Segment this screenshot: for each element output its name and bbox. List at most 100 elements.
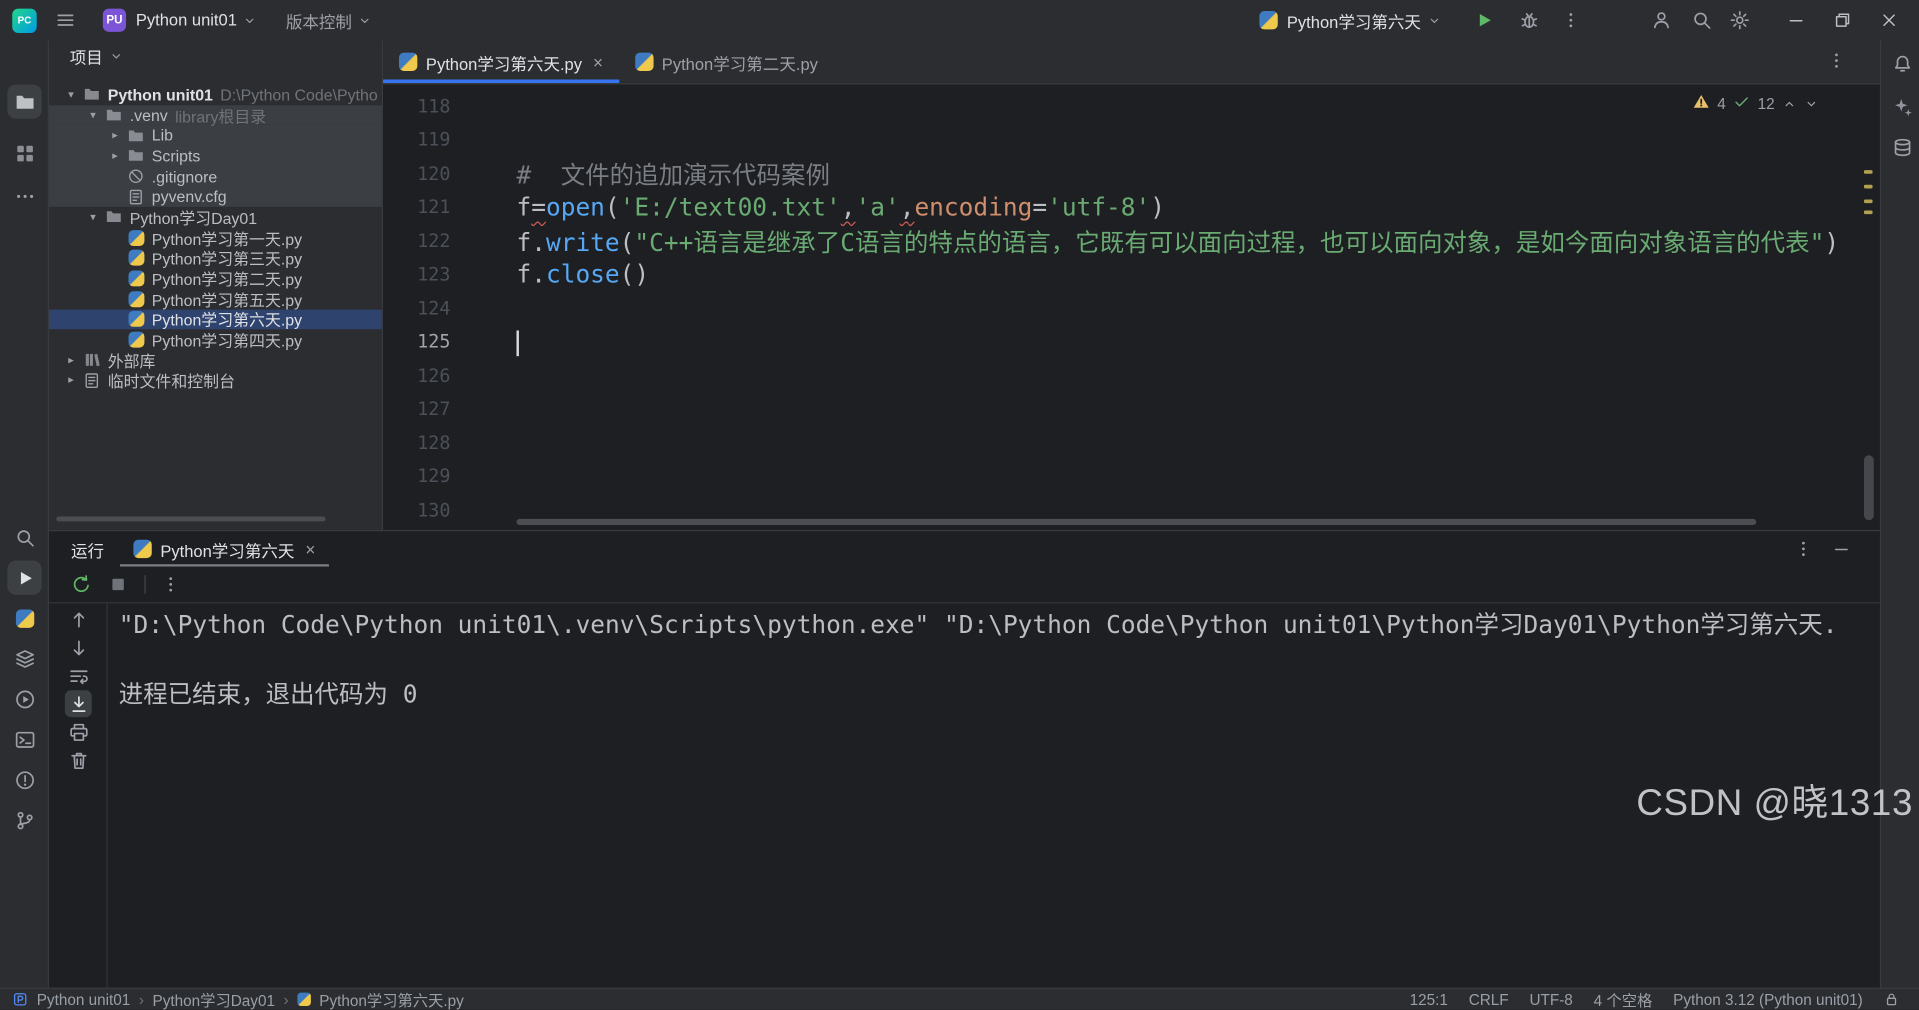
editor-vertical-scrollbar[interactable] [1863, 455, 1874, 521]
run-anything-icon[interactable] [7, 682, 41, 716]
breadcrumb-item[interactable]: Python学习第六天.py [319, 988, 464, 1010]
warning-stripe-mark[interactable] [1863, 170, 1873, 174]
project-name-button[interactable]: Python unit01 [136, 11, 237, 29]
database-toolwindow-icon[interactable] [1886, 131, 1918, 163]
project-panel-header[interactable]: 项目 [49, 40, 382, 72]
tab-options-kebab-icon[interactable] [1827, 51, 1845, 75]
inspections-widget[interactable]: 4 12 [1685, 90, 1827, 117]
rerun-icon[interactable] [71, 574, 92, 595]
ai-assistant-icon[interactable] [1886, 91, 1918, 123]
stop-icon[interactable] [108, 574, 129, 595]
warning-stripe-mark[interactable] [1863, 199, 1873, 204]
project-tree-item[interactable]: pyvenv.cfg [48, 186, 382, 207]
print-console-icon[interactable] [65, 718, 92, 745]
project-tree-item[interactable]: ▸ 临时文件和控制台 [49, 370, 382, 391]
line-ending-widget[interactable]: CRLF [1469, 991, 1509, 1008]
project-tree-item[interactable]: Python学习第二天.py [49, 268, 382, 289]
settings-gear-icon[interactable] [1729, 10, 1750, 31]
editor-code-line[interactable]: 124 [383, 291, 1880, 325]
chevron-right-icon[interactable]: ▸ [105, 129, 125, 142]
editor-code-line[interactable]: 128 [383, 426, 1880, 460]
python-console-icon[interactable] [7, 601, 41, 635]
user-account-icon[interactable] [1651, 10, 1672, 31]
caret-position-widget[interactable]: 125:1 [1410, 991, 1448, 1008]
project-tree-item[interactable]: Python学习第四天.py [49, 330, 382, 350]
editor-code-line[interactable]: 120 # 文件的追加演示代码案例 [383, 157, 1880, 191]
chevron-right-icon[interactable]: ▸ [61, 353, 81, 366]
project-tree-item[interactable]: ▾ Python unit01 D:\Python Code\Pytho [49, 84, 382, 104]
console-output[interactable]: "D:\Python Code\Python unit01\.venv\Scri… [119, 607, 1873, 712]
editor-code-line[interactable]: 119 [383, 123, 1880, 157]
project-badge[interactable]: PU [102, 8, 127, 32]
notifications-icon[interactable] [1886, 48, 1918, 80]
editor-tab[interactable]: Python学习第二天.py [619, 40, 834, 83]
services-toolwindow-icon[interactable] [7, 641, 41, 675]
chevron-right-icon[interactable]: ▸ [105, 149, 125, 162]
project-toolwindow-icon[interactable] [7, 84, 42, 119]
run-tab[interactable]: Python学习第六天 × [120, 531, 329, 566]
project-tree-item[interactable]: ▸ Lib [48, 125, 382, 146]
chevron-down-icon[interactable]: ▾ [83, 210, 103, 223]
project-tree-item[interactable]: Python学习第三天.py [49, 248, 382, 268]
editor-code-line[interactable]: 122 f.write("C++语言是继承了C语言的特点的语言，它既有可以面向过程… [383, 224, 1880, 258]
editor-code-line[interactable]: 118 [383, 89, 1880, 123]
clear-console-icon[interactable] [65, 747, 92, 774]
hide-panel-icon[interactable] [1832, 540, 1850, 558]
warning-stripe-mark[interactable] [1863, 210, 1873, 215]
run-toolwindow-icon[interactable] [7, 560, 42, 595]
editor-code-line[interactable]: 129 [383, 460, 1880, 494]
project-tree-item[interactable]: ▾ Python学习Day01 [49, 207, 382, 227]
terminal-toolwindow-icon[interactable] [7, 722, 41, 756]
close-tab-icon[interactable]: × [593, 52, 603, 72]
next-problem-chevron-icon[interactable] [1804, 96, 1819, 111]
vcs-button[interactable]: 版本控制 [286, 8, 352, 32]
window-restore-button[interactable] [1824, 11, 1861, 29]
chevron-down-icon[interactable]: ▾ [61, 88, 81, 101]
close-run-tab-icon[interactable]: × [305, 539, 315, 559]
toolbar-kebab-icon[interactable] [162, 575, 180, 593]
project-tree-item[interactable]: ▸ 外部库 [49, 350, 382, 370]
editor-code-line[interactable]: 125 [383, 325, 1880, 359]
search-everywhere-icon[interactable] [1691, 10, 1712, 31]
problems-toolwindow-icon[interactable] [7, 762, 41, 796]
lock-icon[interactable] [1884, 991, 1900, 1007]
run-panel-title[interactable]: 运行 [71, 531, 104, 566]
chevron-down-icon[interactable]: ▾ [83, 108, 103, 121]
more-actions-kebab-icon[interactable] [1562, 11, 1580, 29]
breadcrumb-item[interactable]: Python unit01 [37, 991, 131, 1008]
project-tree-item[interactable]: Python学习第五天.py [49, 289, 382, 309]
run-options-kebab-icon[interactable] [1794, 540, 1812, 558]
soft-wrap-icon[interactable] [65, 662, 92, 689]
run-configuration-button[interactable]: Python学习第六天 [1287, 8, 1421, 32]
find-toolwindow-icon[interactable] [7, 520, 41, 554]
interpreter-widget[interactable]: Python 3.12 (Python unit01) [1673, 991, 1863, 1008]
indent-widget[interactable]: 4 个空格 [1594, 988, 1653, 1010]
next-occurrence-icon[interactable] [65, 634, 92, 661]
project-tree-item[interactable]: .gitignore [48, 166, 382, 187]
more-tool-windows-icon[interactable] [7, 179, 41, 213]
project-tree-item[interactable]: ▸ Scripts [48, 145, 382, 167]
warning-stripe-mark[interactable] [1863, 184, 1873, 189]
editor-tab-active[interactable]: Python学习第六天.py × [383, 40, 619, 83]
structure-toolwindow-icon[interactable] [7, 136, 41, 170]
project-tree-item[interactable]: Python学习第六天.py [48, 309, 382, 330]
debug-button[interactable] [1519, 10, 1540, 31]
chevron-right-icon[interactable]: ▸ [61, 374, 81, 387]
run-button[interactable] [1474, 10, 1495, 31]
prev-occurrence-icon[interactable] [65, 606, 92, 633]
prev-problem-chevron-icon[interactable] [1782, 96, 1797, 111]
window-minimize-button[interactable] [1777, 11, 1814, 29]
breadcrumb-item[interactable]: Python学习Day01 [153, 988, 275, 1010]
project-tree-item[interactable]: ▾ .venv library根目录 [48, 104, 382, 125]
scroll-to-end-icon[interactable] [64, 690, 92, 718]
editor-code-line[interactable]: 126 [383, 359, 1880, 393]
version-control-toolwindow-icon[interactable] [7, 803, 41, 837]
editor-code-line[interactable]: 123 f.close() [383, 258, 1880, 292]
editor-code-line[interactable]: 127 [383, 392, 1880, 426]
main-menu-hamburger-icon[interactable] [55, 10, 76, 31]
editor-horizontal-scrollbar[interactable] [516, 518, 1757, 526]
window-close-button[interactable] [1870, 11, 1907, 29]
code-area[interactable]: 118 119 120 # 文件的追加演示代码案例 121 f=open('E:/text… [383, 84, 1880, 529]
project-horizontal-scrollbar[interactable] [56, 516, 326, 522]
editor-code-line[interactable]: 121 f=open('E:/text00.txt','a',encoding='… [383, 190, 1880, 224]
